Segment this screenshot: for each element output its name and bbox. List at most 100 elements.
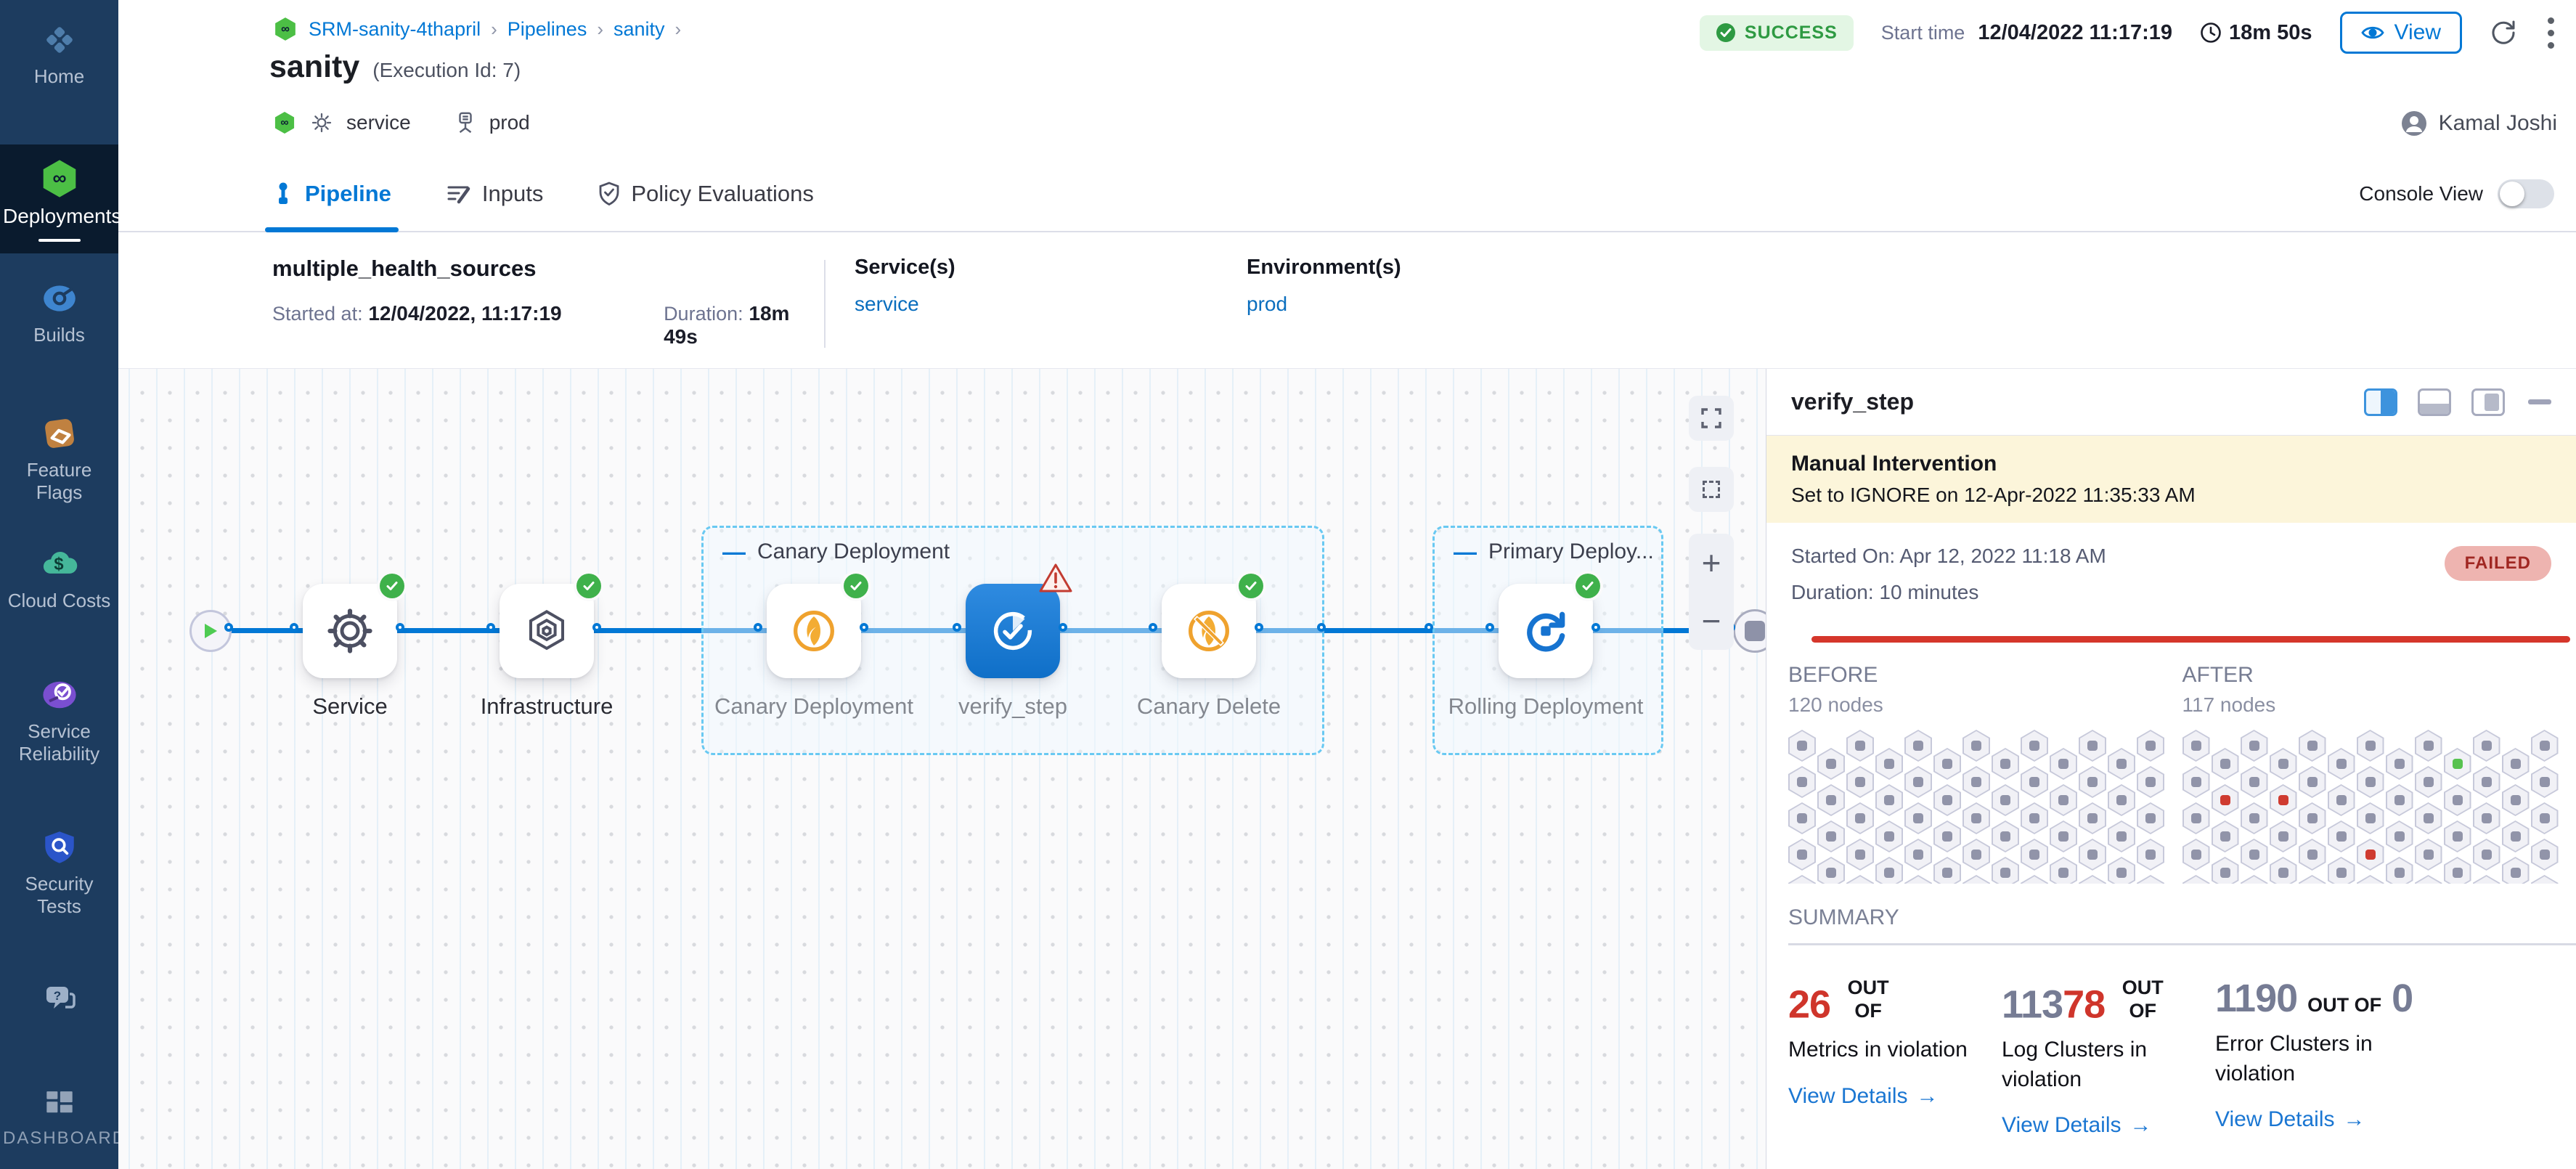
project-module-icon: ∞ <box>272 16 298 42</box>
play-icon <box>203 622 219 640</box>
layout-floating-button[interactable] <box>2471 388 2505 416</box>
tab-pipeline-label: Pipeline <box>305 181 391 207</box>
banner-title: Manual Intervention <box>1791 452 2551 476</box>
service-link[interactable]: service <box>855 293 919 316</box>
sidebar-label-feature-flags: Feature Flags <box>0 459 118 504</box>
summary-heading: SUMMARY <box>1788 905 2576 930</box>
log-clusters-total: 113 <box>2002 982 2063 1026</box>
pipeline-start-node[interactable] <box>189 610 232 652</box>
fullscreen-button[interactable] <box>1689 396 1734 441</box>
verification-status-badge: FAILED <box>2445 546 2551 581</box>
manual-intervention-banner: Manual Intervention Set to IGNORE on 12-… <box>1766 436 2576 523</box>
tab-pipeline[interactable]: Pipeline <box>272 156 391 231</box>
sidebar-item-service-reliability[interactable]: Service Reliability <box>0 674 118 765</box>
before-node-grid[interactable] <box>1788 730 2167 884</box>
zoom-in-button[interactable]: + <box>1689 534 1734 592</box>
step-details-panel: verify_step Manual Intervention Set to I… <box>1766 369 2576 1169</box>
services-label: Service(s) <box>855 256 1247 280</box>
node-verify-step[interactable] <box>966 584 1060 678</box>
error-clusters-view-details-link[interactable]: View Details → <box>2215 1107 2447 1132</box>
user-chip[interactable]: Kamal Joshi <box>2401 110 2557 137</box>
minimize-panel-button[interactable] <box>2528 399 2551 404</box>
more-options-button[interactable] <box>2545 15 2557 52</box>
summary-error-clusters: 1190OUT OF0 Error Clusters in violation … <box>2215 976 2447 1138</box>
refresh-button[interactable] <box>2490 19 2517 46</box>
execution-id: (Execution Id: 7) <box>372 59 521 82</box>
pipeline-canvas[interactable]: — Canary Deployment — Primary Deploy... <box>118 369 1766 1169</box>
log-clusters-violations: 78 <box>2063 982 2105 1026</box>
svg-text:∞: ∞ <box>281 22 290 36</box>
success-check-icon <box>576 574 601 598</box>
pipeline-end-node <box>1733 609 1766 653</box>
environment-link[interactable]: prod <box>1247 293 1287 316</box>
app-root: Home ∞ Deployments Builds Feature Flags … <box>0 0 2576 1169</box>
edge-connector <box>1485 623 1494 632</box>
home-icon <box>0 19 118 61</box>
started-at-value: 12/04/2022, 11:17:19 <box>368 302 561 325</box>
eye-icon <box>2361 24 2384 41</box>
sidebar-item-deployments[interactable]: ∞ Deployments <box>0 144 118 253</box>
security-tests-icon <box>0 826 118 868</box>
view-button-label: View <box>2394 20 2441 45</box>
deployments-icon: ∞ <box>0 158 118 200</box>
sidebar-item-feature-flags[interactable]: Feature Flags <box>0 412 118 504</box>
node-canary-delete[interactable] <box>1162 584 1256 678</box>
node-service[interactable] <box>303 584 397 678</box>
edge-connector <box>396 623 404 632</box>
svg-text:$: $ <box>54 555 63 574</box>
collapse-stage-icon[interactable]: — <box>722 540 746 563</box>
after-heading: AFTER <box>2182 663 2576 688</box>
summary-metrics: 26OUT OF Metrics in violation View Detai… <box>1788 976 2002 1138</box>
node-rolling-deployment[interactable] <box>1499 584 1593 678</box>
warning-icon <box>1038 562 1073 594</box>
environment-tag[interactable]: prod <box>489 111 530 134</box>
duration-value: 18m 50s <box>2229 21 2312 45</box>
environments-column: Environment(s) prod <box>1247 256 1668 368</box>
sidebar-label-builds: Builds <box>0 324 118 346</box>
tab-bar: Pipeline Inputs Policy Evaluations Conso… <box>118 156 2576 232</box>
layout-bottom-button[interactable] <box>2418 388 2451 416</box>
breadcrumb-pipeline-link[interactable]: sanity <box>614 18 665 41</box>
edge-connector <box>1317 623 1326 632</box>
layout-split-right-button[interactable] <box>2364 388 2397 416</box>
sidebar-item-home[interactable]: Home <box>0 19 118 88</box>
edge-connector <box>290 623 298 632</box>
node-infrastructure[interactable] <box>500 584 594 678</box>
node-canary-deployment[interactable] <box>767 584 861 678</box>
active-underline <box>38 239 81 242</box>
edge-connector <box>754 623 762 632</box>
sidebar-item-security-tests[interactable]: Security Tests <box>0 826 118 918</box>
breadcrumb-pipelines-link[interactable]: Pipelines <box>508 18 587 41</box>
tab-inputs[interactable]: Inputs <box>447 156 543 231</box>
tab-policy-evaluations[interactable]: Policy Evaluations <box>598 156 814 231</box>
summary-section: 26OUT OF Metrics in violation View Detai… <box>1766 945 2576 1138</box>
check-circle-icon <box>1716 23 1736 43</box>
breadcrumb-project-link[interactable]: SRM-sanity-4thapril <box>309 18 481 41</box>
canary-delete-icon <box>1186 608 1232 654</box>
page-title: sanity <box>269 49 359 85</box>
view-button[interactable]: View <box>2340 12 2462 54</box>
arrow-right-icon: → <box>1917 1084 1939 1109</box>
sidebar-item-help[interactable]: ? <box>0 977 118 1019</box>
edge-connector <box>1255 623 1263 632</box>
service-tag[interactable]: service <box>346 111 411 134</box>
sidebar-item-cloud-costs[interactable]: $ Cloud Costs <box>0 543 118 612</box>
success-check-icon <box>1576 574 1600 598</box>
before-column: BEFORE 120 nodes <box>1788 663 2182 884</box>
metrics-view-details-link[interactable]: View Details → <box>1788 1084 2002 1109</box>
selection-mode-button[interactable] <box>1689 467 1734 512</box>
log-clusters-view-details-link[interactable]: View Details → <box>2002 1113 2215 1138</box>
start-time-group: Start time 12/04/2022 11:17:19 <box>1881 21 2172 45</box>
metrics-violations-count: 26 <box>1788 982 1830 1026</box>
canary-icon <box>791 608 837 654</box>
sidebar-item-dashboards[interactable]: DASHBOARDS <box>0 1082 118 1149</box>
zoom-out-button[interactable]: − <box>1689 592 1734 650</box>
collapse-stage-icon[interactable]: — <box>1454 540 1477 563</box>
left-nav-sidebar: Home ∞ Deployments Builds Feature Flags … <box>0 0 118 1169</box>
sidebar-item-builds[interactable]: Builds <box>0 277 118 346</box>
sidebar-label-home: Home <box>0 65 118 88</box>
after-node-grid[interactable] <box>2182 730 2561 884</box>
inputs-icon <box>447 182 471 205</box>
console-view-toggle[interactable] <box>2498 179 2554 208</box>
step-timing: Started On: Apr 12, 2022 11:18 AM Durati… <box>1766 523 2576 604</box>
